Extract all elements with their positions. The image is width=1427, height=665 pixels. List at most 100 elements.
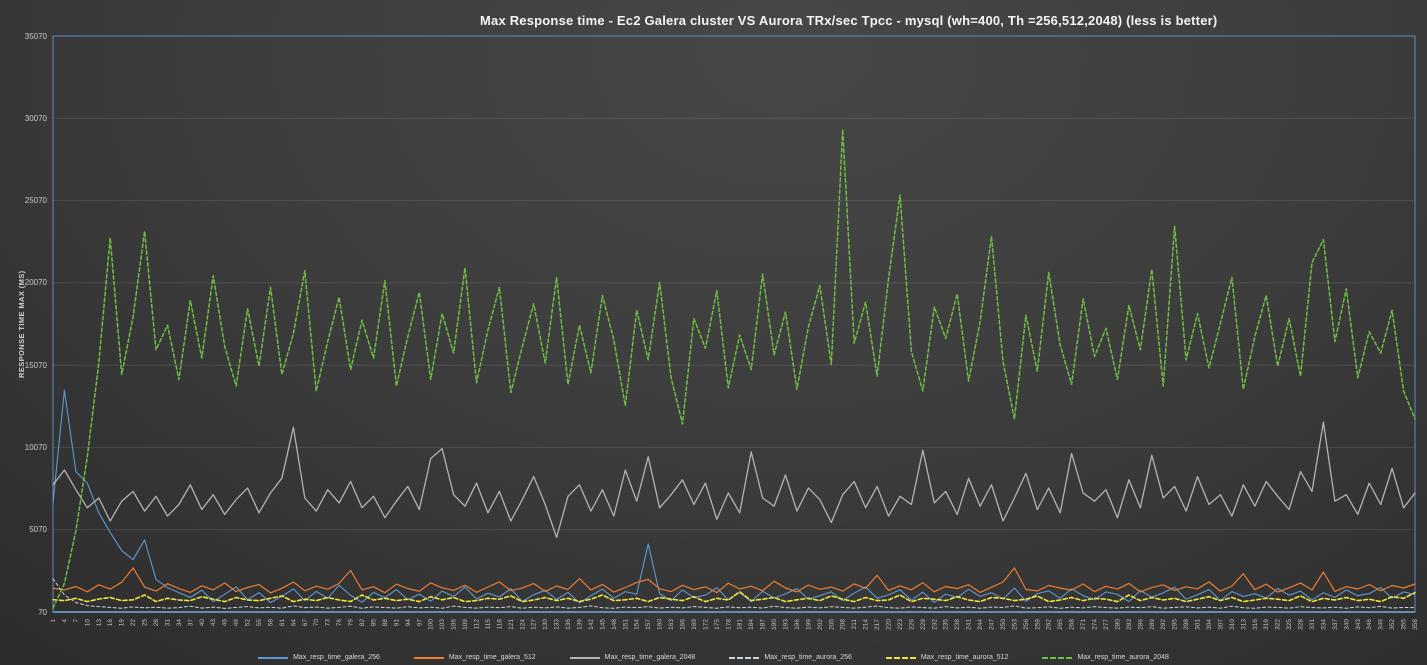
x-tick-label: 316 — [1252, 619, 1259, 630]
x-tick-label: 244 — [977, 619, 984, 630]
legend-item-Max_resp_time_galera_256[interactable]: Max_resp_time_galera_256 — [258, 654, 380, 661]
x-tick-label: 319 — [1263, 619, 1270, 630]
plot-border — [53, 36, 1415, 612]
x-tick-label: 139 — [576, 619, 583, 630]
x-tick-label: 136 — [565, 619, 572, 630]
x-tick-label: 130 — [542, 619, 549, 630]
x-tick-label: 337 — [1332, 619, 1339, 630]
legend-line-swatch — [570, 657, 600, 659]
x-tick-label: 184 — [748, 619, 755, 630]
series-line-Max_resp_time_aurora_2048 — [53, 129, 1415, 608]
x-tick-label: 67 — [302, 619, 309, 627]
x-tick-label: 235 — [943, 619, 950, 630]
x-tick-label: 34 — [176, 619, 183, 627]
x-tick-label: 214 — [863, 619, 870, 630]
x-tick-label: 73 — [325, 619, 332, 627]
legend-label: Max_resp_time_galera_512 — [449, 654, 536, 661]
x-tick-label: 181 — [737, 619, 744, 630]
x-tick-label: 61 — [279, 619, 286, 627]
x-tick-label: 259 — [1034, 619, 1041, 630]
x-tick-label: 292 — [1160, 619, 1167, 630]
x-tick-label: 331 — [1309, 619, 1316, 630]
x-tick-label: 187 — [760, 619, 767, 630]
x-tick-label: 343 — [1355, 619, 1362, 630]
x-tick-label: 226 — [908, 619, 915, 630]
legend-item-Max_resp_time_aurora_512[interactable]: Max_resp_time_aurora_512 — [886, 654, 1009, 661]
x-tick-label: 97 — [416, 619, 423, 627]
x-tick-label: 31 — [164, 619, 171, 627]
legend-label: Max_resp_time_aurora_256 — [764, 654, 852, 661]
x-tick-label: 13 — [96, 619, 103, 627]
x-tick-label: 355 — [1401, 619, 1408, 630]
series-line-Max_resp_time_galera_256 — [53, 390, 1415, 603]
x-tick-label: 145 — [599, 619, 606, 630]
x-tick-label: 154 — [634, 619, 641, 630]
x-tick-label: 163 — [668, 619, 675, 630]
legend-item-Max_resp_time_aurora_2048[interactable]: Max_resp_time_aurora_2048 — [1042, 654, 1168, 661]
x-tick-label: 268 — [1069, 619, 1076, 630]
x-tick-label: 121 — [508, 619, 515, 630]
x-tick-label: 217 — [874, 619, 881, 630]
x-tick-label: 328 — [1298, 619, 1305, 630]
x-tick-label: 40 — [199, 619, 206, 627]
x-tick-label: 118 — [496, 619, 503, 630]
legend-item-Max_resp_time_aurora_256[interactable]: Max_resp_time_aurora_256 — [729, 654, 852, 661]
legend-label: Max_resp_time_galera_256 — [293, 654, 380, 661]
x-tick-label: 7 — [73, 619, 80, 623]
x-tick-label: 76 — [336, 619, 343, 627]
x-tick-label: 250 — [1000, 619, 1007, 630]
x-tick-label: 64 — [290, 619, 297, 627]
legend-item-Max_resp_time_galera_2048[interactable]: Max_resp_time_galera_2048 — [570, 654, 696, 661]
x-tick-label: 166 — [679, 619, 686, 630]
x-tick-label: 322 — [1275, 619, 1282, 630]
x-tick-label: 22 — [130, 619, 137, 627]
series-line-Max_resp_time_galera_2048 — [53, 422, 1415, 537]
x-tick-label: 124 — [519, 619, 526, 630]
x-tick-label: 301 — [1195, 619, 1202, 630]
x-tick-label: 4 — [61, 619, 68, 623]
x-tick-label: 46 — [222, 619, 229, 627]
x-tick-label: 232 — [931, 619, 938, 630]
legend-line-swatch — [886, 657, 916, 659]
x-tick-label: 148 — [611, 619, 618, 630]
x-tick-label: 151 — [622, 619, 629, 630]
x-tick-label: 358 — [1412, 619, 1419, 630]
x-tick-label: 112 — [473, 619, 480, 630]
x-tick-label: 19 — [119, 619, 126, 627]
legend-label: Max_resp_time_aurora_2048 — [1077, 654, 1168, 661]
x-tick-label: 265 — [1057, 619, 1064, 630]
x-tick-label: 295 — [1172, 619, 1179, 630]
x-tick-label: 334 — [1320, 619, 1327, 630]
x-tick-label: 310 — [1229, 619, 1236, 630]
legend-label: Max_resp_time_galera_2048 — [605, 654, 696, 661]
x-tick-label: 253 — [1011, 619, 1018, 630]
x-tick-label: 262 — [1046, 619, 1053, 630]
x-tick-label: 211 — [851, 619, 858, 630]
x-tick-label: 133 — [554, 619, 561, 630]
plot-area: 1471013161922252831343740434649525558616… — [0, 0, 1427, 665]
x-tick-label: 1 — [50, 619, 57, 623]
x-tick-label: 220 — [886, 619, 893, 630]
x-tick-label: 196 — [794, 619, 801, 630]
legend-line-swatch — [729, 657, 759, 659]
x-tick-label: 157 — [645, 619, 652, 630]
x-tick-label: 160 — [657, 619, 664, 630]
x-tick-label: 109 — [462, 619, 469, 630]
x-tick-label: 277 — [1103, 619, 1110, 630]
x-tick-label: 82 — [359, 619, 366, 627]
x-tick-label: 241 — [966, 619, 973, 630]
x-tick-label: 142 — [588, 619, 595, 630]
chart-canvas: Max Response time - Ec2 Galera cluster V… — [0, 0, 1427, 665]
x-tick-label: 346 — [1366, 619, 1373, 630]
legend-item-Max_resp_time_galera_512[interactable]: Max_resp_time_galera_512 — [414, 654, 536, 661]
chart-legend: Max_resp_time_galera_256 Max_resp_time_ga… — [0, 654, 1427, 661]
x-tick-label: 70 — [313, 619, 320, 627]
x-tick-label: 175 — [714, 619, 721, 630]
x-tick-label: 79 — [348, 619, 355, 627]
x-tick-label: 88 — [382, 619, 389, 627]
x-tick-label: 307 — [1217, 619, 1224, 630]
x-tick-label: 190 — [771, 619, 778, 630]
x-tick-label: 313 — [1240, 619, 1247, 630]
x-tick-label: 280 — [1114, 619, 1121, 630]
x-tick-label: 49 — [233, 619, 240, 627]
